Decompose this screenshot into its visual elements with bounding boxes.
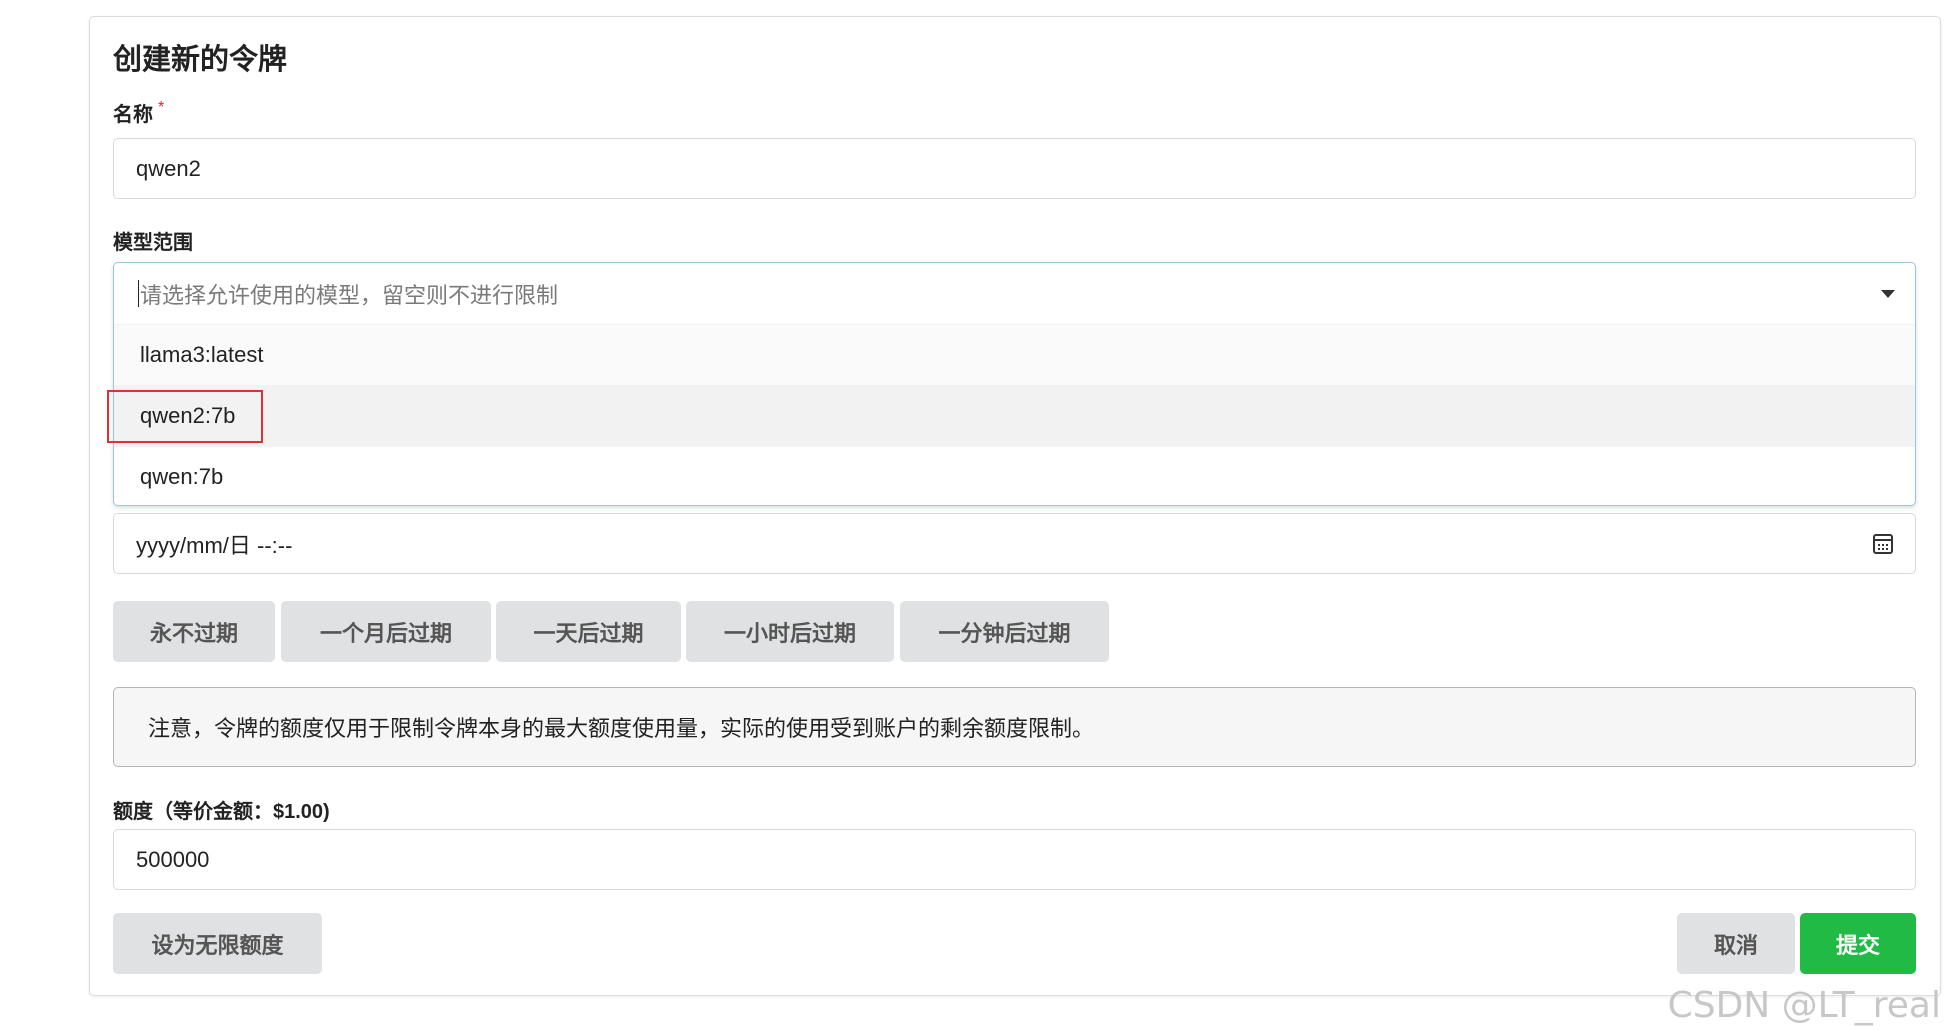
option-label: llama3:latest bbox=[140, 342, 264, 367]
annotation-highlight-box bbox=[107, 390, 263, 443]
name-input[interactable]: qwen2 bbox=[113, 138, 1916, 199]
model-scope-label: 模型范围 bbox=[113, 232, 193, 254]
unlimited-quota-button[interactable]: 设为无限额度 bbox=[113, 913, 322, 974]
expire-one-day-button[interactable]: 一天后过期 bbox=[496, 601, 681, 662]
watermark: CSDN @LT_real bbox=[1667, 985, 1941, 1026]
model-placeholder: 请选择允许使用的模型，留空则不进行限制 bbox=[140, 282, 559, 308]
name-label-text: 名称 bbox=[113, 104, 153, 126]
name-label: 名称 * bbox=[113, 98, 164, 127]
cancel-button[interactable]: 取消 bbox=[1677, 913, 1795, 974]
dropdown-option-llama3[interactable]: llama3:latest bbox=[114, 324, 1915, 385]
quota-notice: 注意，令牌的额度仅用于限制令牌本身的最大额度使用量，实际的使用受到账户的剩余额度… bbox=[113, 687, 1916, 767]
calendar-icon[interactable] bbox=[1873, 534, 1893, 554]
notice-text: 注意，令牌的额度仅用于限制令牌本身的最大额度使用量，实际的使用受到账户的剩余额度… bbox=[148, 716, 1095, 741]
submit-button[interactable]: 提交 bbox=[1800, 913, 1916, 974]
page-title: 创建新的令牌 bbox=[113, 44, 288, 76]
chevron-down-icon[interactable] bbox=[1881, 290, 1895, 298]
option-label: qwen:7b bbox=[140, 464, 224, 489]
expire-value: yyyy/mm/日 --:-- bbox=[136, 532, 293, 558]
expire-one-hour-button[interactable]: 一小时后过期 bbox=[686, 601, 894, 662]
model-search-input[interactable]: 请选择允许使用的模型，留空则不进行限制 bbox=[114, 263, 1915, 324]
expire-datetime-input[interactable]: yyyy/mm/日 --:-- bbox=[113, 513, 1916, 574]
quota-label: 额度（等价金额：$1.00) bbox=[113, 801, 330, 823]
expire-one-month-button[interactable]: 一个月后过期 bbox=[281, 601, 491, 662]
dropdown-option-qwen2-7b[interactable]: qwen2:7b bbox=[114, 385, 1915, 446]
quota-input[interactable]: 500000 bbox=[113, 829, 1916, 890]
quota-value: 500000 bbox=[136, 846, 210, 872]
never-expire-button[interactable]: 永不过期 bbox=[113, 601, 275, 662]
dropdown-option-qwen-7b[interactable]: qwen:7b bbox=[114, 446, 1915, 505]
required-mark: * bbox=[158, 99, 165, 116]
name-input-value: qwen2 bbox=[136, 155, 201, 181]
model-scope-dropdown[interactable]: 请选择允许使用的模型，留空则不进行限制 llama3:latest qwen2:… bbox=[113, 262, 1916, 506]
expire-one-minute-button[interactable]: 一分钟后过期 bbox=[900, 601, 1109, 662]
text-cursor bbox=[138, 280, 139, 307]
